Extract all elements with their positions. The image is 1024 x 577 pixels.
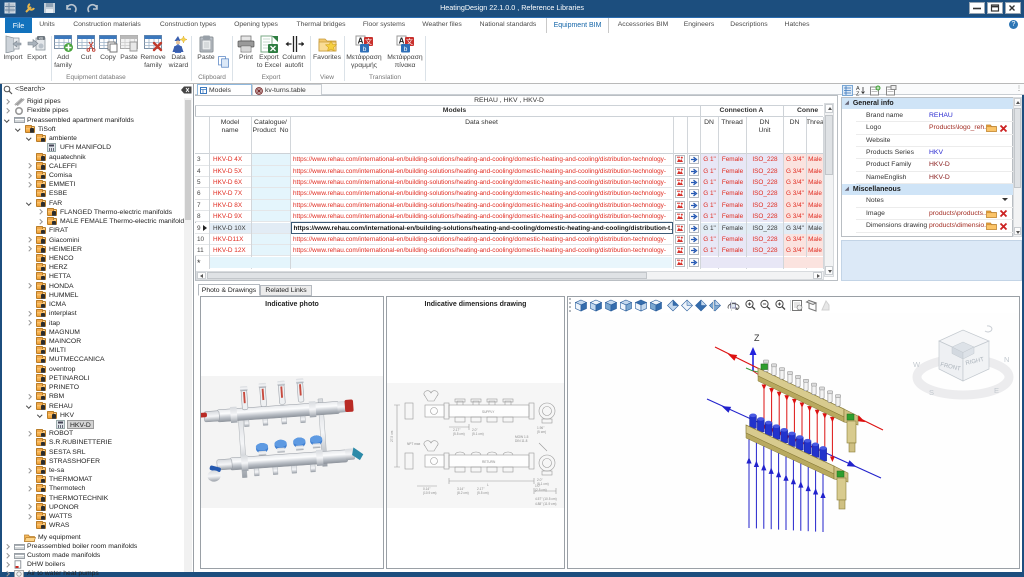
svg-text:b: b xyxy=(403,46,407,53)
svg-text:DIN 11.8: DIN 11.8 xyxy=(515,439,528,443)
svg-text:Z: Z xyxy=(856,92,860,97)
svg-text:SUPPLY: SUPPLY xyxy=(482,410,495,414)
svg-text:N: N xyxy=(1004,355,1009,364)
svg-text:(5.5 cm): (5.5 cm) xyxy=(477,491,489,495)
svg-text:(10.9 cm): (10.9 cm) xyxy=(423,491,436,495)
svg-text:4.88" (11.9 cm): 4.88" (11.9 cm) xyxy=(535,502,556,506)
svg-text:RETURN: RETURN xyxy=(482,460,496,464)
svg-text:Z: Z xyxy=(754,333,760,343)
svg-text:L: L xyxy=(487,483,489,487)
svg-text:(5.5 cm): (5.5 cm) xyxy=(453,432,465,436)
svg-text:27.5 cm: 27.5 cm xyxy=(390,430,394,442)
svg-text:(8.2 cm): (8.2 cm) xyxy=(457,491,469,495)
svg-text:(5.1 cm): (5.1 cm) xyxy=(537,482,549,486)
svg-text:(5 cm): (5 cm) xyxy=(537,430,546,434)
svg-text:(5.1 cm): (5.1 cm) xyxy=(472,432,484,436)
svg-text:E: E xyxy=(994,386,999,395)
svg-text:(2.5 cm): (2.5 cm) xyxy=(535,488,547,492)
svg-text:S: S xyxy=(929,388,934,397)
svg-text:W: W xyxy=(913,360,921,369)
svg-text:NPT max: NPT max xyxy=(407,442,421,446)
svg-text:b: b xyxy=(362,46,366,53)
svg-text:4.57" (10.5 cm): 4.57" (10.5 cm) xyxy=(535,497,557,501)
